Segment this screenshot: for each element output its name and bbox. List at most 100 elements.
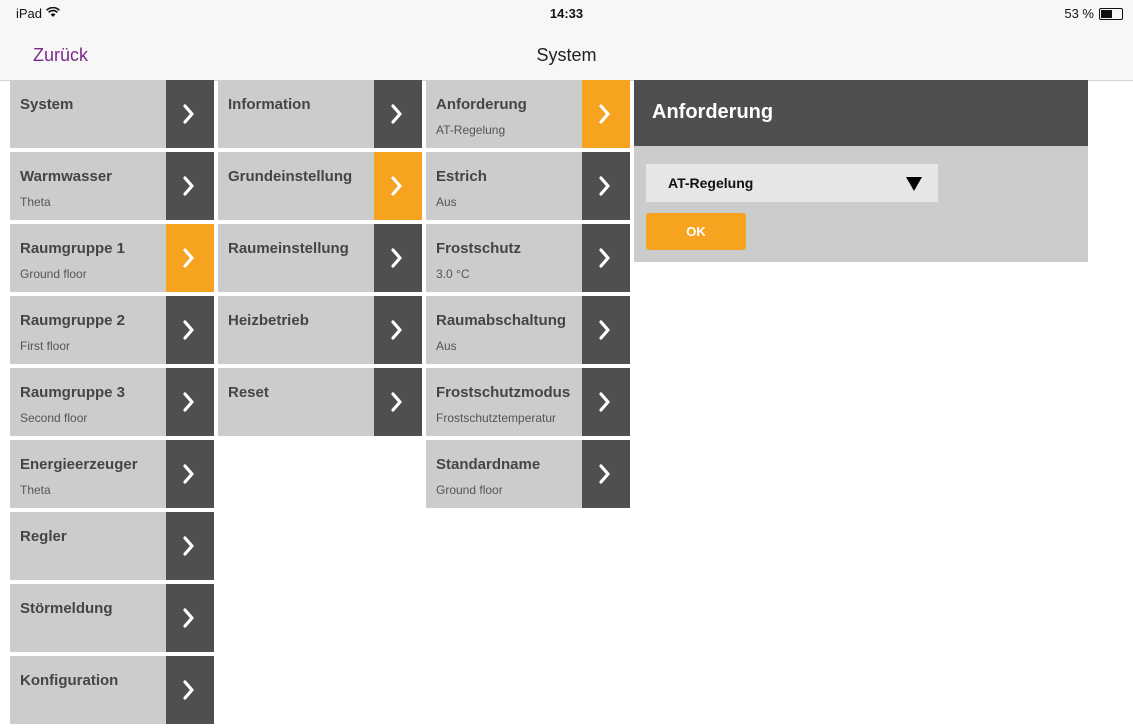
setting-item-value: AT-Regelung (436, 123, 506, 137)
chevron-button[interactable] (166, 656, 214, 724)
setting-item-label: Estrich (436, 168, 487, 185)
sub-menu-item-label: Reset (228, 384, 269, 401)
main-menu-item[interactable]: Konfiguration (10, 656, 214, 724)
sub-menu-item-label: Heizbetrieb (228, 312, 309, 329)
requirement-select[interactable]: AT-Regelung (646, 164, 938, 202)
chevron-right-icon (183, 248, 194, 268)
sub-menu-item-label: Grundeinstellung (228, 168, 353, 185)
detail-header: Anforderung (634, 80, 1088, 146)
chevron-button[interactable] (166, 296, 214, 364)
setting-item-value: 3.0 °C (436, 267, 470, 281)
setting-item[interactable]: Standardname Ground floor (426, 440, 630, 508)
page-title: System (536, 45, 597, 65)
chevron-button[interactable] (374, 152, 422, 220)
setting-item-value: Aus (436, 339, 457, 353)
chevron-right-icon (183, 176, 194, 196)
chevron-button[interactable] (374, 80, 422, 148)
setting-item-value: Ground floor (436, 483, 503, 497)
caret-down-icon (906, 177, 922, 191)
sub-menu-item-label: Information (228, 96, 311, 113)
navigation-bar: Zurück System (0, 28, 1133, 81)
chevron-button[interactable] (166, 512, 214, 580)
chevron-right-icon (183, 104, 194, 124)
chevron-right-icon (183, 464, 194, 484)
select-value: AT-Regelung (668, 175, 754, 191)
setting-item[interactable]: Anforderung AT-Regelung (426, 80, 630, 148)
setting-item-label: Standardname (436, 456, 541, 473)
main-menu-item-label: Störmeldung (20, 600, 113, 617)
main-menu-item-label: Energieerzeuger (20, 456, 138, 473)
setting-item[interactable]: Frostschutzmodus Frostschutztemperatur (426, 368, 630, 436)
chevron-right-icon (183, 320, 194, 340)
chevron-right-icon (391, 104, 402, 124)
chevron-button[interactable] (582, 296, 630, 364)
chevron-button[interactable] (582, 80, 630, 148)
chevron-right-icon (183, 392, 194, 412)
detail-panel: Anforderung AT-Regelung OK (634, 80, 1088, 262)
main-menu-item-label: Raumgruppe 2 (20, 312, 126, 329)
main-menu-item-label: Raumgruppe 3 (20, 384, 126, 401)
sub-menu-item[interactable]: Raumeinstellung (218, 224, 422, 292)
sub-menu-item[interactable]: Heizbetrieb (218, 296, 422, 364)
chevron-button[interactable] (582, 152, 630, 220)
main-menu-item[interactable]: Raumgruppe 2 First floor (10, 296, 214, 364)
ok-button[interactable]: OK (646, 213, 746, 250)
chevron-right-icon (183, 536, 194, 556)
menu-column-settings: Anforderung AT-Regelung Estrich Aus Frostsch… (426, 80, 630, 512)
setting-item-value: Frostschutztemperatur (436, 411, 557, 425)
chevron-right-icon (391, 392, 402, 412)
battery-percent: 53 % (1064, 6, 1094, 21)
chevron-right-icon (599, 176, 610, 196)
setting-item-label: Raumabschaltung (436, 312, 567, 329)
main-menu-item-label: Konfiguration (20, 672, 119, 689)
main-menu-item[interactable]: Regler (10, 512, 214, 580)
setting-item-label: Anforderung (436, 96, 527, 113)
setting-item[interactable]: Estrich Aus (426, 152, 630, 220)
battery-icon (1099, 7, 1123, 20)
main-menu-item-value: Ground floor (20, 267, 87, 281)
main-menu-item-label: System (20, 96, 74, 113)
chevron-right-icon (391, 248, 402, 268)
main-menu-item[interactable]: Raumgruppe 3 Second floor (10, 368, 214, 436)
chevron-right-icon (183, 680, 194, 700)
main-menu-item[interactable]: System (10, 80, 214, 148)
main-menu-item[interactable]: Raumgruppe 1 Ground floor (10, 224, 214, 292)
chevron-button[interactable] (374, 224, 422, 292)
setting-item-label: Frostschutzmodus (436, 384, 571, 401)
chevron-button[interactable] (374, 368, 422, 436)
sub-menu-item[interactable]: Information (218, 80, 422, 148)
setting-item[interactable]: Raumabschaltung Aus (426, 296, 630, 364)
chevron-right-icon (599, 104, 610, 124)
main-menu-item-value: Second floor (20, 411, 88, 425)
chevron-right-icon (599, 464, 610, 484)
chevron-button[interactable] (166, 80, 214, 148)
chevron-button[interactable] (166, 224, 214, 292)
chevron-button[interactable] (374, 296, 422, 364)
main-menu-item-label: Warmwasser (20, 168, 112, 185)
chevron-right-icon (599, 320, 610, 340)
main-menu-item[interactable]: Energieerzeuger Theta (10, 440, 214, 508)
chevron-right-icon (391, 320, 402, 340)
setting-item-label: Frostschutz (436, 240, 522, 257)
chevron-button[interactable] (166, 440, 214, 508)
main-menu-item-value: Theta (20, 195, 51, 209)
sub-menu-item[interactable]: Reset (218, 368, 422, 436)
chevron-button[interactable] (582, 224, 630, 292)
sub-menu-item[interactable]: Grundeinstellung (218, 152, 422, 220)
chevron-button[interactable] (582, 440, 630, 508)
main-menu-item-label: Raumgruppe 1 (20, 240, 126, 257)
chevron-button[interactable] (166, 368, 214, 436)
main-menu-item-label: Regler (20, 528, 67, 545)
sub-menu-item-label: Raumeinstellung (228, 240, 349, 257)
main-menu-item[interactable]: Störmeldung (10, 584, 214, 652)
chevron-button[interactable] (166, 152, 214, 220)
detail-title: Anforderung (652, 101, 774, 123)
setting-item[interactable]: Frostschutz 3.0 °C (426, 224, 630, 292)
main-menu-item-value: Theta (20, 483, 51, 497)
status-bar: iPad 14:33 53 % (0, 0, 1133, 28)
main-menu-item[interactable]: Warmwasser Theta (10, 152, 214, 220)
chevron-right-icon (183, 608, 194, 628)
chevron-button[interactable] (582, 368, 630, 436)
chevron-button[interactable] (166, 584, 214, 652)
ok-button-label: OK (686, 224, 706, 239)
